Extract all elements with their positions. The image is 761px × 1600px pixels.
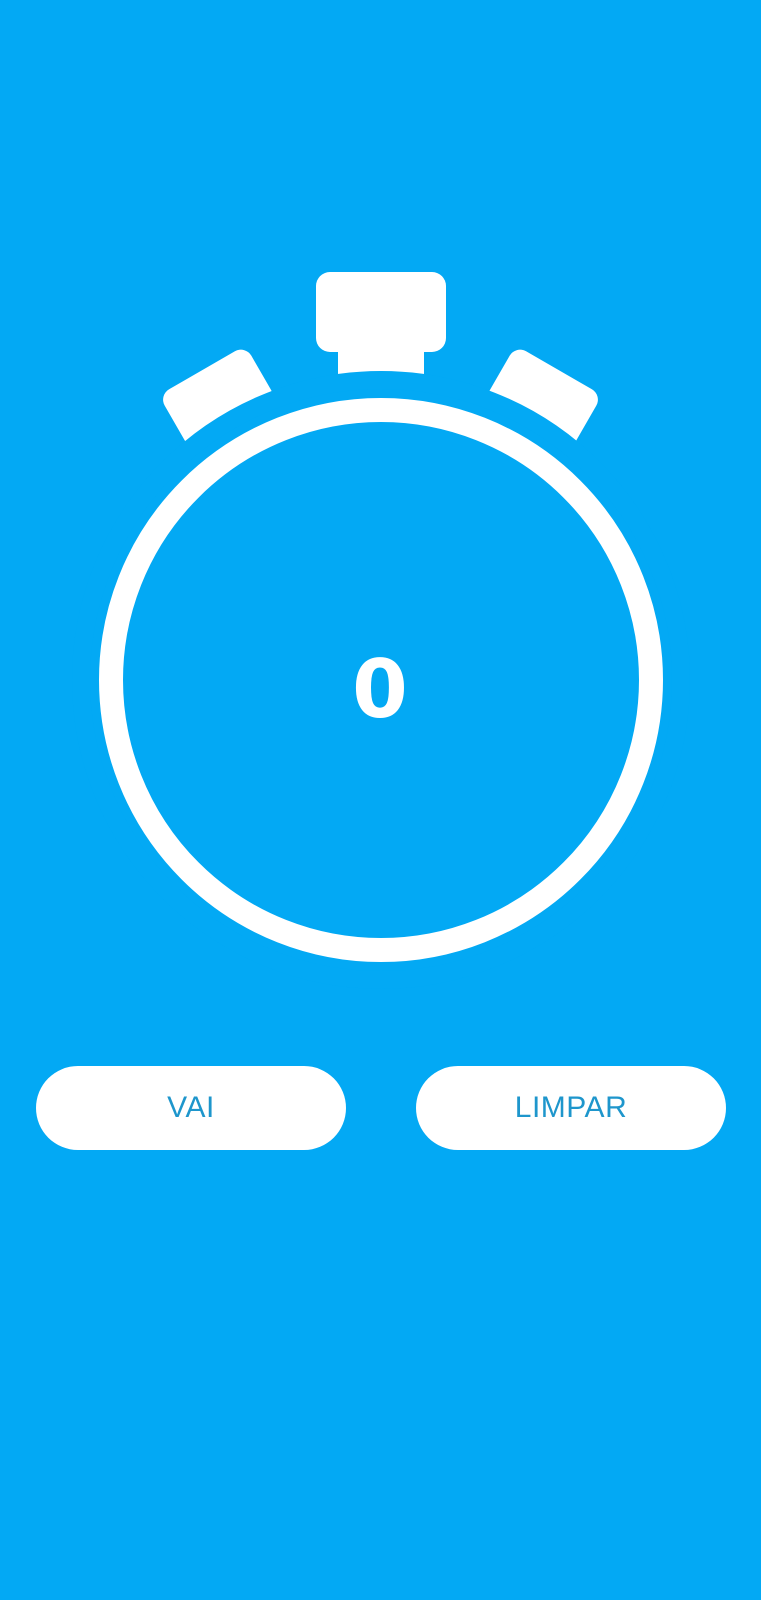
stopwatch-crown: [316, 272, 446, 384]
stopwatch-screen: 0 VAI LIMPAR: [0, 0, 761, 1600]
clear-button[interactable]: LIMPAR: [416, 1066, 726, 1150]
stopwatch: 0: [0, 0, 761, 1000]
stopwatch-icon: [72, 272, 690, 989]
timer-value: 0: [352, 643, 408, 736]
start-button[interactable]: VAI: [36, 1066, 346, 1150]
